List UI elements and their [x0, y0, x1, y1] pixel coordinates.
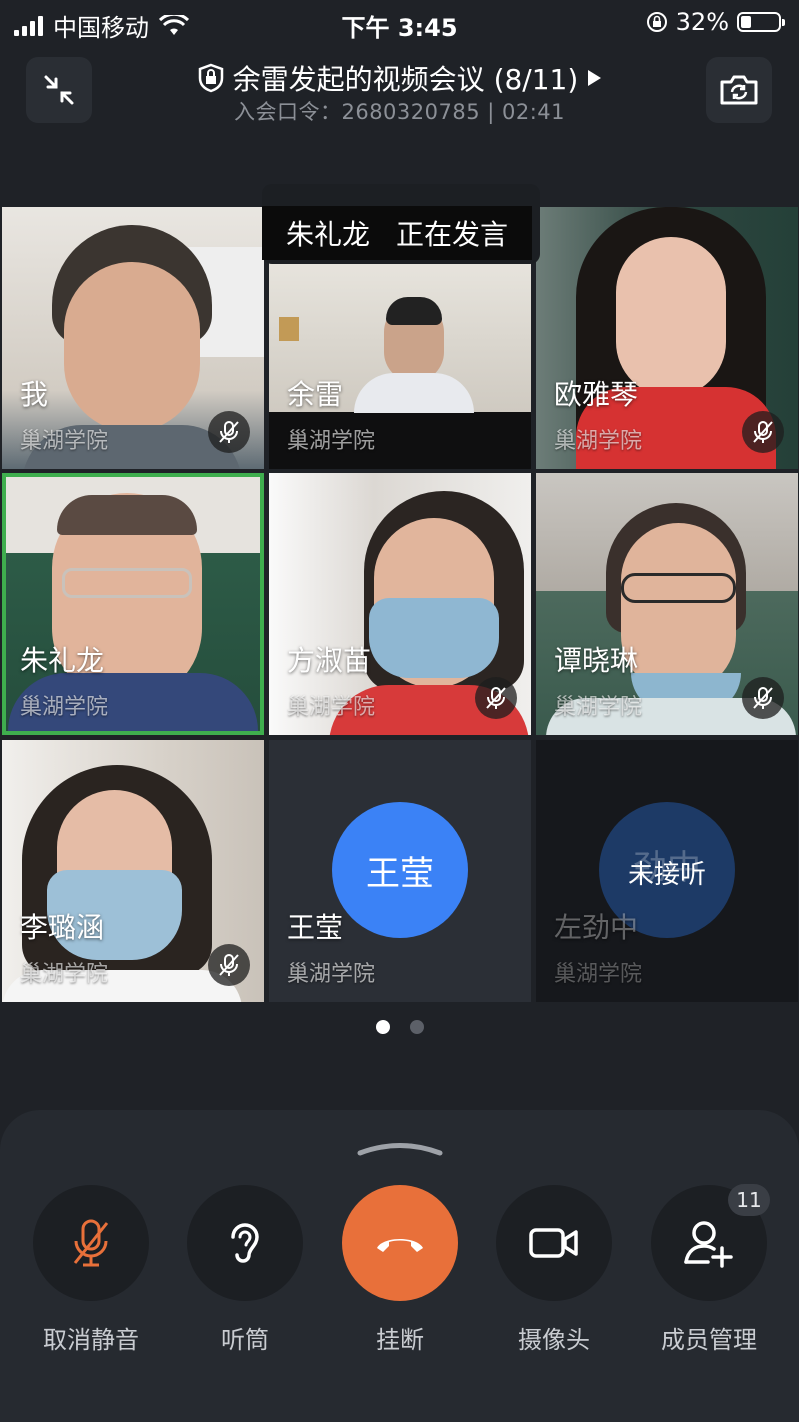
participant-name: 朱礼龙 — [20, 644, 105, 677]
participant-name: 谭晓琳 — [554, 644, 639, 677]
participant-name: 余雷 — [287, 378, 344, 411]
video-tile-liluhan[interactable]: 李璐涵 巢湖学院 — [2, 740, 264, 1002]
page-indicator-active[interactable] — [376, 1020, 390, 1034]
ear-icon — [231, 1223, 259, 1263]
speaking-indicator: 朱礼龙 正在发言 — [262, 206, 532, 260]
member-count-badge: 11 — [728, 1184, 770, 1216]
participant-org: 巢湖学院 — [287, 429, 376, 454]
video-tile-zuojinzhong[interactable]: 劲中 未接听 左劲中 巢湖学院 — [536, 740, 798, 1002]
speaker-name: 朱礼龙 — [285, 218, 370, 251]
speaker-status: 正在发言 — [396, 218, 509, 251]
mic-muted-icon — [208, 944, 250, 986]
call-state-label: 未接听 — [627, 860, 706, 890]
participant-name: 左劲中 — [554, 911, 639, 944]
mic-muted-icon — [742, 411, 784, 453]
unmute-label: 取消静音 — [43, 1326, 139, 1354]
shield-lock-icon — [198, 63, 223, 93]
play-arrow-icon — [588, 70, 602, 86]
hangup-label: 挂断 — [376, 1326, 424, 1354]
video-tile-me[interactable]: 我 巢湖学院 — [2, 207, 264, 469]
participant-org: 巢湖学院 — [554, 695, 643, 720]
participant-org: 巢湖学院 — [287, 962, 376, 987]
participant-org: 巢湖学院 — [20, 695, 109, 720]
battery-percent: 32% — [675, 8, 729, 36]
video-tile-tanxiaolin[interactable]: 谭晓琳 巢湖学院 — [536, 473, 798, 735]
camera-button[interactable] — [496, 1185, 612, 1301]
camera-label: 摄像头 — [518, 1326, 590, 1354]
meeting-passcode-duration: 入会口令：2680320785 | 02:41 — [233, 100, 566, 124]
participant-org: 巢湖学院 — [287, 695, 376, 720]
video-tile-ouyaqin[interactable]: 欧雅琴 巢湖学院 — [536, 207, 798, 469]
mic-off-icon — [73, 1219, 109, 1267]
participant-name: 李璐涵 — [20, 911, 105, 944]
member-management-label: 成员管理 — [661, 1326, 757, 1354]
participant-avatar: 王莹 — [332, 802, 468, 938]
participant-name: 我 — [20, 378, 49, 411]
hangup-phone-icon — [377, 1239, 423, 1252]
participant-name: 方淑苗 — [287, 644, 372, 677]
earpiece-button[interactable] — [187, 1185, 303, 1301]
video-tile-wangying[interactable]: 王莹 王莹 巢湖学院 — [269, 740, 531, 1002]
hangup-button[interactable] — [342, 1185, 458, 1301]
participant-name: 王莹 — [287, 911, 344, 944]
video-tile-zhulilong[interactable]: 朱礼龙 巢湖学院 — [2, 473, 264, 735]
battery-icon — [737, 12, 785, 32]
mic-muted-icon — [475, 677, 517, 719]
page-indicator[interactable] — [410, 1020, 424, 1034]
add-person-icon — [684, 1221, 733, 1268]
mic-muted-icon — [208, 411, 250, 453]
video-tile-fangshumiao[interactable]: 方淑苗 巢湖学院 — [269, 473, 531, 735]
video-camera-icon — [529, 1228, 578, 1258]
participant-org: 巢湖学院 — [554, 429, 643, 454]
mic-muted-icon — [742, 677, 784, 719]
participant-name: 欧雅琴 — [554, 378, 639, 411]
expand-handle-icon[interactable] — [356, 1136, 444, 1158]
meeting-title-row[interactable]: 余雷发起的视频会议 (8/11) — [0, 58, 799, 98]
meeting-title: 余雷发起的视频会议 (8/11) — [232, 63, 579, 96]
unmute-button[interactable] — [33, 1185, 149, 1301]
participant-org: 巢湖学院 — [20, 962, 109, 987]
participant-org: 巢湖学院 — [554, 962, 643, 987]
participant-org: 巢湖学院 — [20, 429, 109, 454]
status-bar: 中国移动 下午 3:45 32% — [0, 0, 799, 46]
earpiece-label: 听筒 — [221, 1326, 269, 1354]
orientation-lock-icon — [646, 12, 667, 32]
